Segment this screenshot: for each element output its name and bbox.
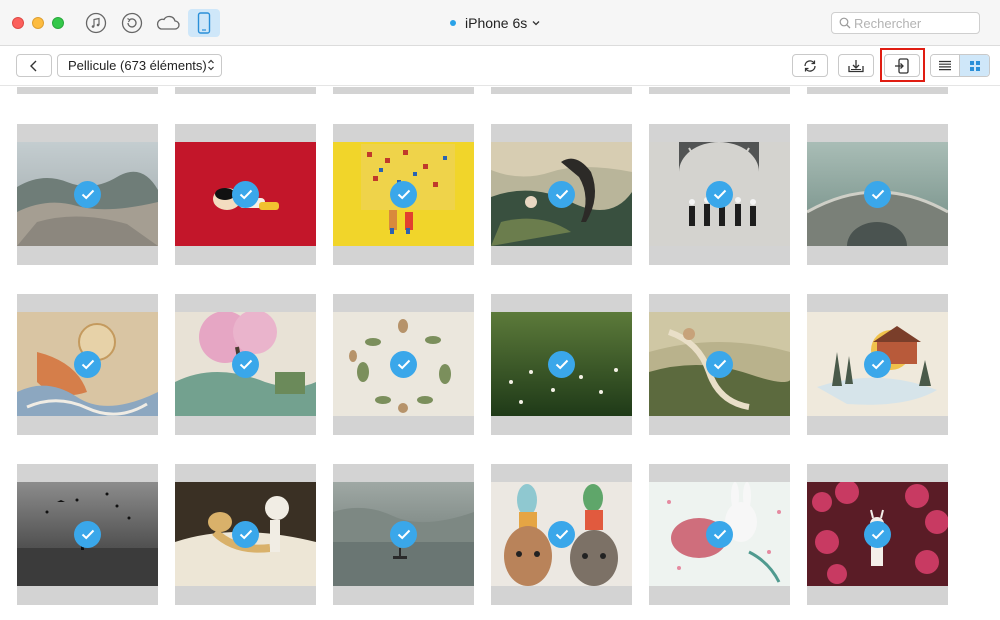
photo-tile[interactable] xyxy=(17,294,158,435)
selected-check-icon[interactable] xyxy=(232,181,259,208)
zoom-window-button[interactable] xyxy=(52,17,64,29)
selected-check-icon[interactable] xyxy=(74,351,101,378)
music-icon[interactable] xyxy=(84,11,108,35)
photo-tile[interactable] xyxy=(333,294,474,435)
selected-check-icon[interactable] xyxy=(390,181,417,208)
grid-view-button[interactable] xyxy=(960,55,989,76)
photo-tile[interactable] xyxy=(649,294,790,435)
selected-check-icon[interactable] xyxy=(864,351,891,378)
toolbar: Pellicule (673 éléments) xyxy=(0,46,1000,86)
search-placeholder: Rechercher xyxy=(854,15,922,31)
photo-tile[interactable] xyxy=(491,124,632,265)
cloud-icon[interactable] xyxy=(154,11,182,35)
photo-tile[interactable] xyxy=(807,294,948,435)
album-select[interactable]: Pellicule (673 éléments) xyxy=(57,54,222,77)
send-to-device-button[interactable] xyxy=(884,54,920,77)
to-computer-icon xyxy=(848,59,864,72)
device-name: iPhone 6s xyxy=(465,15,528,31)
back-button[interactable] xyxy=(16,54,52,77)
select-arrows-icon xyxy=(208,59,214,71)
selected-check-icon[interactable] xyxy=(864,521,891,548)
selected-check-icon[interactable] xyxy=(548,351,575,378)
search-icon xyxy=(839,17,851,29)
chevron-down-icon xyxy=(532,21,540,26)
refresh-icon xyxy=(804,59,816,72)
restore-icon[interactable] xyxy=(120,11,144,35)
selected-check-icon[interactable] xyxy=(706,351,733,378)
list-view-button[interactable] xyxy=(931,55,960,76)
search-field[interactable]: Rechercher xyxy=(831,12,980,34)
device-status-dot xyxy=(450,20,456,26)
selected-check-icon[interactable] xyxy=(548,181,575,208)
photo-tile[interactable] xyxy=(175,294,316,435)
selected-check-icon[interactable] xyxy=(74,521,101,548)
photo-tile-partial[interactable] xyxy=(807,87,948,94)
photo-tile[interactable] xyxy=(175,464,316,605)
photo-tile[interactable] xyxy=(491,294,632,435)
grid-view-icon xyxy=(969,60,980,71)
selected-check-icon[interactable] xyxy=(548,521,575,548)
selected-check-icon[interactable] xyxy=(390,521,417,548)
selected-check-icon[interactable] xyxy=(864,181,891,208)
selected-check-icon[interactable] xyxy=(74,181,101,208)
refresh-button[interactable] xyxy=(792,54,828,77)
photo-tile-partial[interactable] xyxy=(17,87,158,94)
selected-check-icon[interactable] xyxy=(232,351,259,378)
photo-tile[interactable] xyxy=(649,124,790,265)
photo-tile-partial[interactable] xyxy=(333,87,474,94)
photo-tile-partial[interactable] xyxy=(491,87,632,94)
selected-check-icon[interactable] xyxy=(706,521,733,548)
photo-tile-partial[interactable] xyxy=(175,87,316,94)
album-label: Pellicule (673 éléments) xyxy=(68,58,207,73)
photo-tile[interactable] xyxy=(807,124,948,265)
title-bar: iPhone 6s Rechercher xyxy=(0,0,1000,46)
selected-check-icon[interactable] xyxy=(706,181,733,208)
back-icon xyxy=(30,60,37,71)
device-selector[interactable]: iPhone 6s xyxy=(450,13,540,33)
photo-tile[interactable] xyxy=(807,464,948,605)
photo-tile[interactable] xyxy=(333,124,474,265)
photo-tile[interactable] xyxy=(333,464,474,605)
photo-tile-partial[interactable] xyxy=(649,87,790,94)
view-toggle xyxy=(930,54,990,77)
export-to-computer-button[interactable] xyxy=(838,54,874,77)
photo-tile[interactable] xyxy=(17,464,158,605)
photo-tile[interactable] xyxy=(649,464,790,605)
selected-check-icon[interactable] xyxy=(390,351,417,378)
minimize-window-button[interactable] xyxy=(32,17,44,29)
photo-grid xyxy=(0,87,1000,620)
to-device-icon xyxy=(895,57,909,74)
selected-check-icon[interactable] xyxy=(232,521,259,548)
close-window-button[interactable] xyxy=(12,17,24,29)
photo-tile[interactable] xyxy=(491,464,632,605)
photo-tile[interactable] xyxy=(175,124,316,265)
list-view-icon xyxy=(939,60,951,71)
device-icon[interactable] xyxy=(188,9,220,37)
photo-tile[interactable] xyxy=(17,124,158,265)
